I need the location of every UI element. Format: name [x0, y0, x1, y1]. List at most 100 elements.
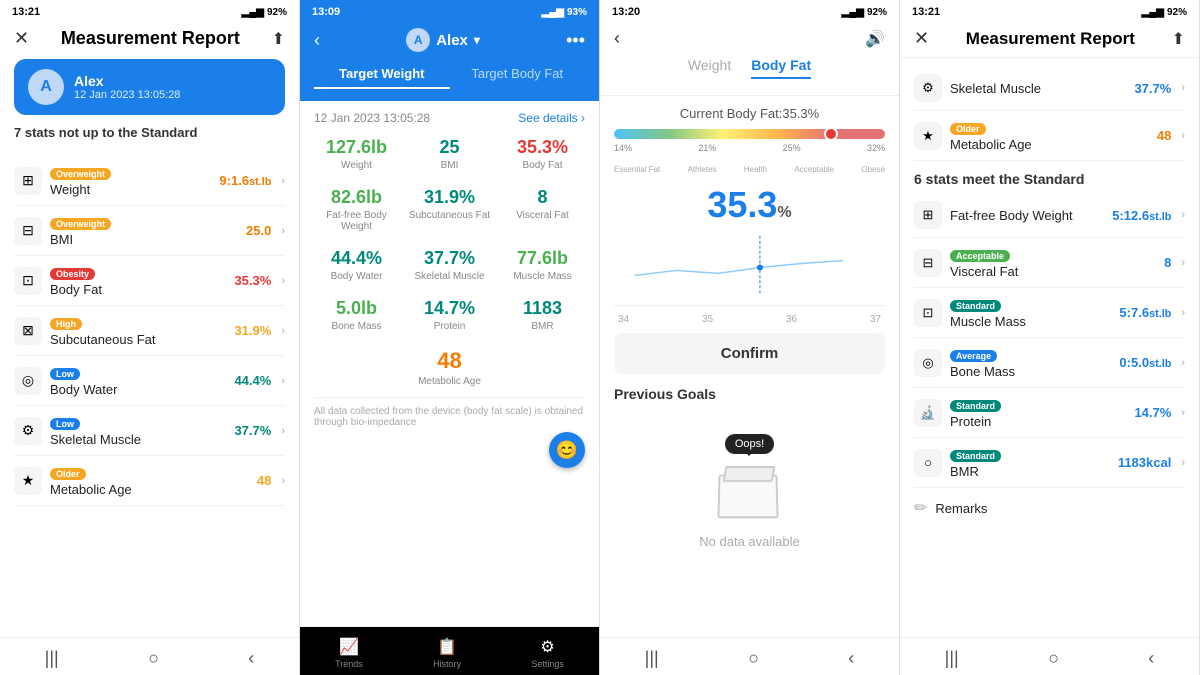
tab-target-weight[interactable]: Target Weight: [314, 60, 450, 89]
metric-subcut-val: 31.9%: [407, 187, 492, 208]
metabolic-name: Metabolic Age: [50, 482, 249, 497]
metric-metabolic-label: Metabolic Age: [314, 376, 585, 387]
stat-row-weight[interactable]: ⊞ Overweight Weight 9:1.6st.lb ›: [14, 156, 285, 206]
tab-target-bodyfat[interactable]: Target Body Fat: [450, 60, 586, 89]
p4-metabolic-chevron: ›: [1181, 130, 1185, 142]
user-name-1: Alex: [74, 73, 180, 89]
p4-protein-chevron: ›: [1181, 407, 1185, 419]
back-icon-2[interactable]: ‹: [314, 30, 320, 51]
stat-row-subcut[interactable]: ⊠ High Subcutaneous Fat 31.9% ›: [14, 306, 285, 356]
metric-bodywater-label: Body Water: [314, 271, 399, 282]
stat-row-skeletal[interactable]: ⚙ Low Skeletal Muscle 37.7% ›: [14, 406, 285, 456]
p4-bmr-val: 1183kcal: [1118, 455, 1172, 470]
skeletal-chevron: ›: [281, 425, 285, 437]
remarks-row[interactable]: ✏ Remarks: [914, 488, 1185, 528]
tab-bodyfat-3[interactable]: Body Fat: [751, 57, 811, 79]
p4-skeletal-icon: ⚙: [914, 74, 942, 102]
p4-bone-icon: ◎: [914, 349, 942, 377]
p4-bmr-badge: Standard: [950, 450, 1001, 462]
weight-chevron: ›: [281, 175, 285, 187]
cat-health: Health: [744, 165, 767, 174]
p3-tabs: Weight Body Fat: [614, 57, 885, 79]
stat-row-bmi[interactable]: ⊟ Overweight BMI 25.0 ›: [14, 206, 285, 256]
p2-dropdown-icon[interactable]: ▾: [474, 33, 480, 47]
stat-row-bodywater[interactable]: ◎ Low Body Water 44.4% ›: [14, 356, 285, 406]
share-icon-1[interactable]: ⬆: [272, 29, 285, 49]
metric-bodyfat-val: 35.3%: [500, 137, 585, 158]
tab-weight-3[interactable]: Weight: [688, 57, 731, 79]
p1-stats-list: ⊞ Overweight Weight 9:1.6st.lb › ⊟ Overw…: [0, 156, 299, 637]
p4-nav: ||| ○ ‹: [900, 637, 1199, 675]
x-label-37: 37: [870, 314, 881, 325]
metric-bmi-label: BMI: [407, 160, 492, 171]
signal-icon-3: ▂▄▆: [842, 7, 864, 18]
p4-visceral-badge: Acceptable: [950, 250, 1010, 262]
stat-row-metabolic[interactable]: ★ Older Metabolic Age 48 ›: [14, 456, 285, 506]
p4-bone-info: Average Bone Mass: [950, 346, 1111, 379]
bodyfat-current-label: Current Body Fat:35.3%: [614, 106, 885, 121]
p4-bmr-name: BMR: [950, 464, 1110, 479]
nav-trends[interactable]: 📈 Trends: [335, 637, 363, 669]
see-details-link[interactable]: See details ›: [518, 111, 585, 125]
share-icon-4[interactable]: ⬆: [1172, 29, 1185, 49]
bmi-value: 25.0: [246, 223, 271, 238]
status-bar-2: 13:09 ▂▄▆ 93%: [300, 0, 599, 22]
panel-2: 13:09 ▂▄▆ 93% ‹ A Alex ▾ ••• Target Weig…: [300, 0, 600, 675]
p4-protein-row[interactable]: 🔬 Standard Protein 14.7% ›: [914, 388, 1185, 438]
metric-skeletal-label: Skeletal Muscle: [407, 271, 492, 282]
p2-content: 12 Jan 2023 13:05:28 See details › 127.6…: [300, 101, 599, 626]
user-date-1: 12 Jan 2023 13:05:28: [74, 89, 180, 101]
metric-visceral-label: Visceral Fat: [500, 210, 585, 221]
more-icon-2[interactable]: •••: [566, 30, 585, 51]
bodywater-icon: ◎: [14, 367, 42, 395]
p4-visceral-icon: ⊟: [914, 249, 942, 277]
metric-fatfree: 82.6lb Fat-free Body Weight: [314, 187, 399, 232]
bodyfat-big-value: 35.3%: [614, 184, 885, 226]
nav-settings[interactable]: ⚙ Settings: [531, 637, 564, 669]
nav-home-icon-3[interactable]: ○: [748, 648, 759, 669]
p4-protein-info: Standard Protein: [950, 396, 1126, 429]
subcut-value: 31.9%: [234, 323, 271, 338]
metric-bmr: 1183 BMR: [500, 298, 585, 332]
nav-back-icon-4[interactable]: ‹: [1148, 648, 1154, 669]
p4-fatfree-info: Fat-free Body Weight: [950, 208, 1104, 223]
cat-essential: Essential Fat: [614, 165, 660, 174]
metric-bodywater-val: 44.4%: [314, 248, 399, 269]
nav-menu-icon-4[interactable]: |||: [945, 648, 959, 669]
page-title-4: Measurement Report: [929, 29, 1172, 49]
p2-float-btn[interactable]: 😊: [549, 432, 585, 468]
nav-back-icon-1[interactable]: ‹: [248, 648, 254, 669]
metabolic-badge: Older: [50, 468, 86, 480]
p4-metabolic-row[interactable]: ★ Older Metabolic Age 48 ›: [914, 111, 1185, 161]
stat-row-bodyfat[interactable]: ⊡ Obesity Body Fat 35.3% ›: [14, 256, 285, 306]
p4-visceral-info: Acceptable Visceral Fat: [950, 246, 1156, 279]
p4-visceral-val: 8: [1164, 255, 1171, 270]
previous-goals-header: Previous Goals: [614, 386, 885, 402]
p4-fatfree-chevron: ›: [1181, 209, 1185, 221]
confirm-button[interactable]: Confirm: [614, 333, 885, 374]
p4-fatfree-row[interactable]: ⊞ Fat-free Body Weight 5:12.6st.lb ›: [914, 193, 1185, 238]
p4-protein-val: 14.7%: [1134, 405, 1171, 420]
bodyfat-label-block: Obesity Body Fat: [50, 264, 226, 297]
p4-muscle-row[interactable]: ⊡ Standard Muscle Mass 5:7.6st.lb ›: [914, 288, 1185, 338]
close-icon-1[interactable]: ✕: [14, 28, 29, 49]
metric-bmr-label: BMR: [500, 321, 585, 332]
nav-back-icon-3[interactable]: ‹: [848, 648, 854, 669]
nav-menu-icon-3[interactable]: |||: [645, 648, 659, 669]
metric-visceral: 8 Visceral Fat: [500, 187, 585, 232]
nav-menu-icon-1[interactable]: |||: [45, 648, 59, 669]
p4-visceral-row[interactable]: ⊟ Acceptable Visceral Fat 8 ›: [914, 238, 1185, 288]
gauge-label-2: 25%: [783, 143, 801, 153]
p4-visceral-name: Visceral Fat: [950, 264, 1156, 279]
nav-home-icon-4[interactable]: ○: [1048, 648, 1059, 669]
chart-svg: [614, 226, 885, 305]
bmi-label-block: Overweight BMI: [50, 214, 238, 247]
p4-bone-row[interactable]: ◎ Average Bone Mass 0:5.0st.lb ›: [914, 338, 1185, 388]
nav-history[interactable]: 📋 History: [433, 637, 461, 669]
speaker-icon[interactable]: 🔊: [865, 29, 885, 49]
nav-home-icon-1[interactable]: ○: [148, 648, 159, 669]
p4-bmr-row[interactable]: ○ Standard BMR 1183kcal ›: [914, 438, 1185, 488]
p4-skeletal-row[interactable]: ⚙ Skeletal Muscle 37.7% ›: [914, 66, 1185, 111]
back-icon-3[interactable]: ‹: [614, 28, 620, 49]
close-icon-4[interactable]: ✕: [914, 28, 929, 49]
